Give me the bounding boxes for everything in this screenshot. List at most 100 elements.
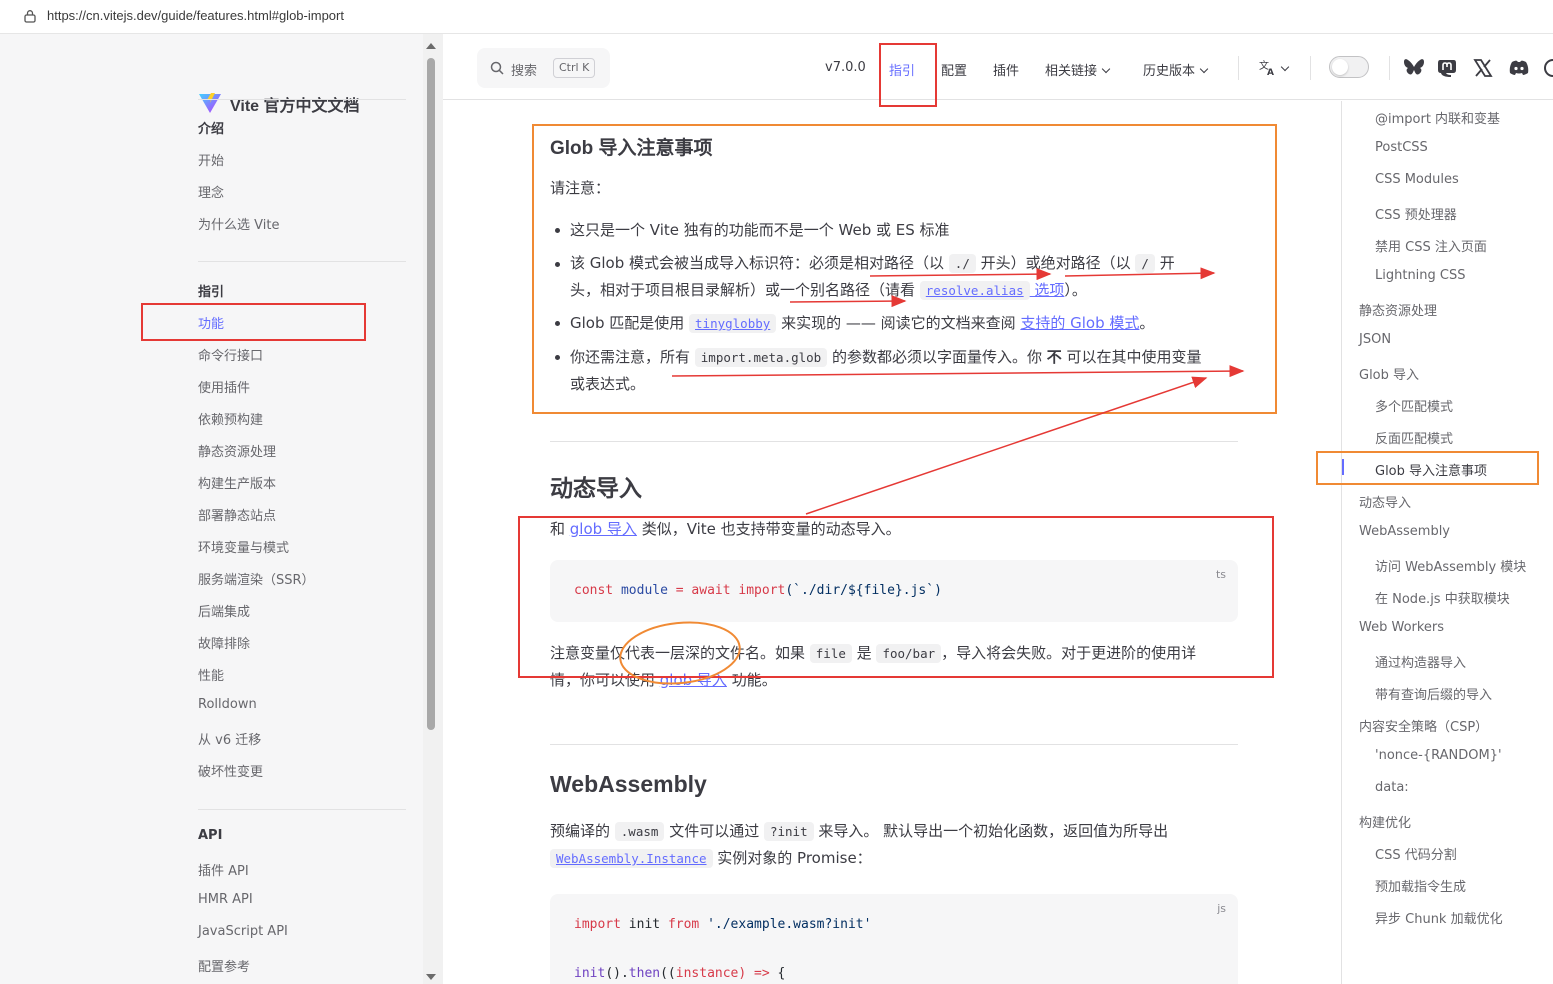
sidebar-item-troubleshooting[interactable]: 故障排除: [198, 633, 250, 652]
text: 来导入。 默认导出一个初始化函数，返回值为所导出: [813, 822, 1169, 840]
mastodon-icon[interactable]: [1437, 58, 1457, 78]
x-icon[interactable]: [1473, 58, 1493, 78]
outline-item[interactable]: 动态导入: [1359, 492, 1411, 511]
outline-item[interactable]: 禁用 CSS 注入页面: [1375, 236, 1487, 255]
url-text[interactable]: https://cn.vitejs.dev/guide/features.htm…: [47, 8, 344, 23]
sidebar-item-cli[interactable]: 命令行接口: [198, 345, 263, 364]
text: Glob 匹配是使用: [570, 314, 690, 332]
theme-toggle[interactable]: [1329, 56, 1369, 78]
outline-item[interactable]: 访问 WebAssembly 模块: [1375, 556, 1526, 575]
browser-address-bar[interactable]: https://cn.vitejs.dev/guide/features.htm…: [0, 0, 1553, 34]
webassembly-instance-link[interactable]: WebAssembly.Instance: [550, 849, 713, 868]
search-label: 搜索: [511, 64, 538, 79]
outline-item[interactable]: 多个匹配模式: [1375, 396, 1453, 415]
outline-item[interactable]: Lightning CSS: [1375, 268, 1466, 283]
outline-item[interactable]: CSS 代码分割: [1375, 844, 1457, 863]
outline-item[interactable]: 'nonce-{RANDOM}': [1375, 748, 1502, 763]
list-bullet: [555, 262, 560, 267]
nav-guide[interactable]: 指引: [889, 60, 915, 79]
sidebar-section-guide[interactable]: 指引: [198, 281, 224, 300]
language-switcher[interactable]: 文 A: [1258, 58, 1290, 80]
code-block[interactable]: ts const module = await import(`./dir/${…: [550, 560, 1238, 622]
sidebar-item-backend-integration[interactable]: 后端集成: [198, 601, 250, 620]
outline-item[interactable]: 静态资源处理: [1359, 300, 1437, 319]
scrollbar-thumb[interactable]: [427, 58, 435, 730]
glob-import-link[interactable]: glob 导入: [570, 520, 637, 538]
sidebar-item-breaking-changes[interactable]: 破坏性变更: [198, 761, 263, 780]
nav-version[interactable]: v7.0.0: [825, 60, 866, 75]
sidebar-item-rolldown[interactable]: Rolldown: [198, 697, 257, 712]
sidebar-item-features[interactable]: 功能: [198, 313, 224, 332]
code-token: const: [574, 583, 614, 598]
sidebar-section-intro[interactable]: 介绍: [198, 118, 224, 137]
code-token: import: [738, 583, 786, 598]
glob-import-link[interactable]: glob 导入: [660, 671, 727, 689]
site-info-icon[interactable]: [23, 9, 37, 23]
vite-logo-icon[interactable]: [198, 92, 222, 114]
sidebar-item-philosophy[interactable]: 理念: [198, 182, 224, 201]
text: 或表达式。: [570, 375, 646, 393]
webassembly-intro: 预编译的 .wasm 文件可以通过 ?init 来导入。 默认导出一个初始化函数…: [550, 818, 1240, 872]
outline-item[interactable]: WebAssembly: [1359, 524, 1450, 539]
text: 功能。: [726, 671, 777, 689]
sidebar-item-static-deploy[interactable]: 部署静态站点: [198, 505, 276, 524]
sidebar-item-javascript-api[interactable]: JavaScript API: [198, 924, 288, 939]
search-button[interactable]: 搜索 Ctrl K: [477, 48, 610, 88]
sidebar-item-assets[interactable]: 静态资源处理: [198, 441, 276, 460]
sidebar-item-config-reference[interactable]: 配置参考: [198, 956, 250, 975]
resolve-alias-link[interactable]: resolve.alias: [919, 281, 1030, 300]
scroll-down-arrow-icon[interactable]: [426, 974, 436, 980]
discord-icon[interactable]: [1508, 58, 1530, 78]
options-link[interactable]: 选项: [1030, 281, 1064, 299]
nav-divider: [1238, 56, 1239, 80]
outline-item[interactable]: JSON: [1359, 332, 1391, 347]
sidebar-item-plugin-api[interactable]: 插件 API: [198, 860, 249, 879]
code-block[interactable]: js import init from './example.wasm?init…: [550, 894, 1238, 984]
site-title[interactable]: Vite 官方中文文档: [230, 92, 360, 116]
sidebar-item-getting-started[interactable]: 开始: [198, 150, 224, 169]
sun-icon: [1332, 59, 1348, 75]
github-icon[interactable]: [1543, 58, 1553, 78]
outline-item[interactable]: 在 Node.js 中获取模块: [1375, 588, 1510, 607]
nav-related-links[interactable]: 相关链接: [1045, 60, 1111, 79]
glob-patterns-link[interactable]: 支持的 Glob 模式: [1020, 314, 1139, 332]
glob-caveats-intro: 请注意：: [550, 179, 611, 197]
outline-item[interactable]: 异步 Chunk 加载优化: [1375, 908, 1503, 927]
tinyglobby-link[interactable]: tinyglobby: [689, 314, 777, 333]
sidebar-section-api[interactable]: API: [198, 828, 222, 843]
outline-item[interactable]: 通过构造器导入: [1375, 652, 1466, 671]
outline-item[interactable]: data:: [1375, 780, 1409, 795]
outline-item-active[interactable]: Glob 导入注意事项: [1375, 460, 1487, 479]
sidebar-scrollbar[interactable]: [423, 34, 443, 984]
text: 注意变量仅代表一层深的文件名。如果: [550, 644, 810, 662]
code-line: import init from './example.wasm?init': [574, 917, 871, 932]
chevron-down-icon: [1101, 64, 1111, 74]
scroll-up-arrow-icon[interactable]: [426, 43, 436, 49]
sidebar-item-migration[interactable]: 从 v6 迁移: [198, 729, 261, 748]
nav-versions-label: 历史版本: [1143, 64, 1196, 79]
outline-item[interactable]: CSS Modules: [1375, 172, 1459, 187]
sidebar-item-build[interactable]: 构建生产版本: [198, 473, 276, 492]
nav-config[interactable]: 配置: [941, 60, 967, 79]
outline-item[interactable]: PostCSS: [1375, 140, 1428, 155]
sidebar-item-dep-pre-bundling[interactable]: 依赖预构建: [198, 409, 263, 428]
outline-item[interactable]: 预加载指令生成: [1375, 876, 1466, 895]
bluesky-icon[interactable]: [1403, 58, 1425, 78]
nav-plugins[interactable]: 插件: [993, 60, 1019, 79]
outline-item[interactable]: 内容安全策略（CSP）: [1359, 716, 1488, 735]
sidebar-item-performance[interactable]: 性能: [198, 665, 224, 684]
outline-item[interactable]: Glob 导入: [1359, 364, 1419, 383]
outline-item[interactable]: @import 内联和变基: [1375, 108, 1500, 127]
sidebar-item-using-plugins[interactable]: 使用插件: [198, 377, 250, 396]
outline-item[interactable]: 反面匹配模式: [1375, 428, 1453, 447]
sidebar-item-ssr[interactable]: 服务端渲染（SSR）: [198, 569, 315, 588]
sidebar-item-why-vite[interactable]: 为什么选 Vite: [198, 214, 279, 233]
outline-item[interactable]: CSS 预处理器: [1375, 204, 1457, 223]
outline-item[interactable]: Web Workers: [1359, 620, 1444, 635]
code-token: './example.wasm?init': [707, 917, 872, 932]
sidebar-item-env-and-mode[interactable]: 环境变量与模式: [198, 537, 289, 556]
outline-item[interactable]: 带有查询后缀的导入: [1375, 684, 1492, 703]
outline-item[interactable]: 构建优化: [1359, 812, 1411, 831]
sidebar-item-hmr-api[interactable]: HMR API: [198, 892, 253, 907]
nav-versions[interactable]: 历史版本: [1143, 60, 1209, 79]
